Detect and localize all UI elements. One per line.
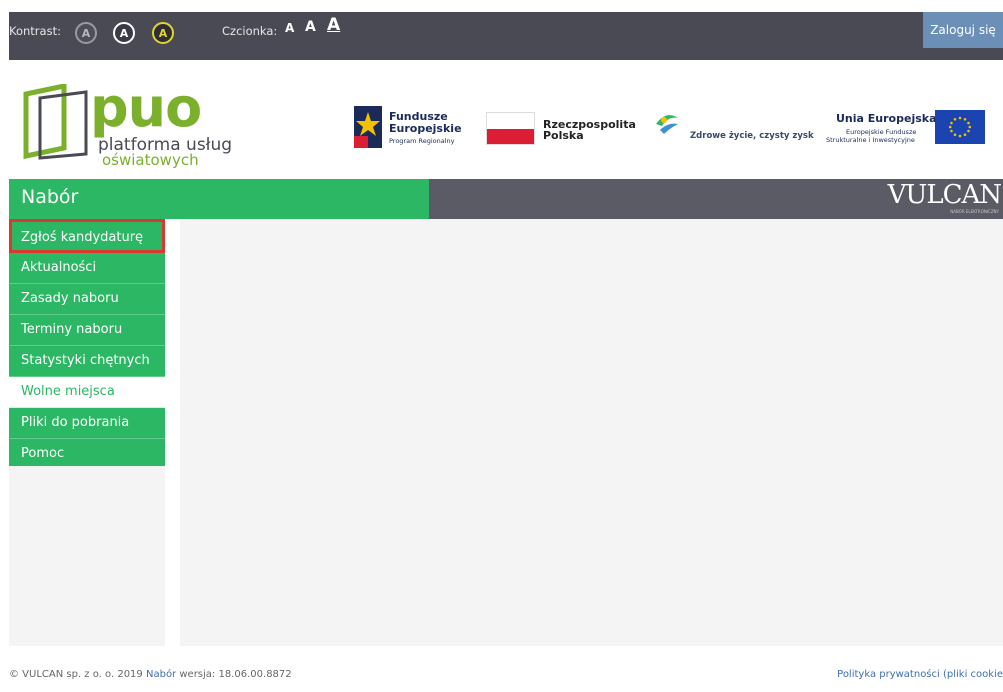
fe-text-line3: Program Regionalny <box>389 137 455 145</box>
pl-text-line2: Polska <box>543 129 584 142</box>
vulcan-logo[interactable]: VULCAN <box>888 180 1002 210</box>
sidebar-background <box>9 466 165 646</box>
module-title-bar: Nabór <box>9 179 429 219</box>
fundusze-europejskie-icon <box>354 106 382 148</box>
contrast-high-button[interactable]: A <box>113 22 135 44</box>
contrast-label: Kontrast: <box>9 24 61 38</box>
sidebar-item-zasady-naboru[interactable]: Zasady naboru <box>9 284 165 315</box>
privacy-policy-link[interactable]: Polityka prywatności (pliki cookie <box>837 669 1003 680</box>
sidebar-item-statystyki-chetnych[interactable]: Statystyki chętnych <box>9 346 165 377</box>
logo-wordmark: puo <box>90 76 202 139</box>
main-content-area <box>180 219 1003 646</box>
sidebar-item-wolne-miejsca[interactable]: Wolne miejsca <box>9 377 165 408</box>
polish-flag-icon <box>486 112 535 145</box>
accessibility-bar: Kontrast: A A A Czcionka: A A A Zaloguj … <box>9 12 1003 60</box>
copyright-text: © VULCAN sp. z o. o. 2019 <box>9 669 143 680</box>
font-label: Czcionka: <box>222 24 278 38</box>
version-number: 18.06.00.8872 <box>218 669 292 680</box>
ue-text-line2: Europejskie Fundusze <box>846 128 917 136</box>
footer: © VULCAN sp. z o. o. 2019 Nabór wersja: … <box>9 669 292 680</box>
sidebar-item-pliki-do-pobrania[interactable]: Pliki do pobrania <box>9 408 165 439</box>
ue-text-line1: Unia Europejska <box>836 112 937 125</box>
font-small-button[interactable]: A <box>285 20 294 36</box>
sidebar-item-aktualnosci[interactable]: Aktualności <box>9 253 165 284</box>
contrast-yellow-button[interactable]: A <box>152 22 174 44</box>
sidebar-menu: Zgłoś kandydaturę Aktualności Zasady nab… <box>9 219 165 470</box>
contrast-default-button[interactable]: A <box>75 22 97 44</box>
font-medium-button[interactable]: A <box>305 19 316 35</box>
brand-bar: VULCAN NABÓR ELEKTRONICZNY <box>429 179 1003 219</box>
fe-text-line2: Europejskie <box>389 122 462 135</box>
login-button[interactable]: Zaloguj się <box>923 12 1003 48</box>
version-label: wersja: <box>179 669 216 680</box>
ue-text-line3: Strukturalne i Inwestycyjne <box>826 136 915 144</box>
font-large-button[interactable]: A <box>327 17 340 34</box>
zdrowe-zycie-logo-icon <box>656 115 678 134</box>
logo-frame-icon <box>23 84 88 160</box>
zdrowe-zycie-text: Zdrowe życie, czysty zysk <box>690 131 814 141</box>
module-link[interactable]: Nabór <box>146 669 176 680</box>
sidebar-item-terminy-naboru[interactable]: Terminy naboru <box>9 315 165 346</box>
sidebar-item-zglos-kandydature[interactable]: Zgłoś kandydaturę <box>9 219 165 253</box>
vulcan-logo-subtitle: NABÓR ELEKTRONICZNY <box>950 209 999 214</box>
puo-logo[interactable]: puo platforma usług oświatowych <box>20 76 240 170</box>
eu-flag-icon <box>935 110 985 144</box>
page-title: Nabór <box>21 186 79 208</box>
logo-subtitle-line2: oświatowych <box>102 151 199 169</box>
